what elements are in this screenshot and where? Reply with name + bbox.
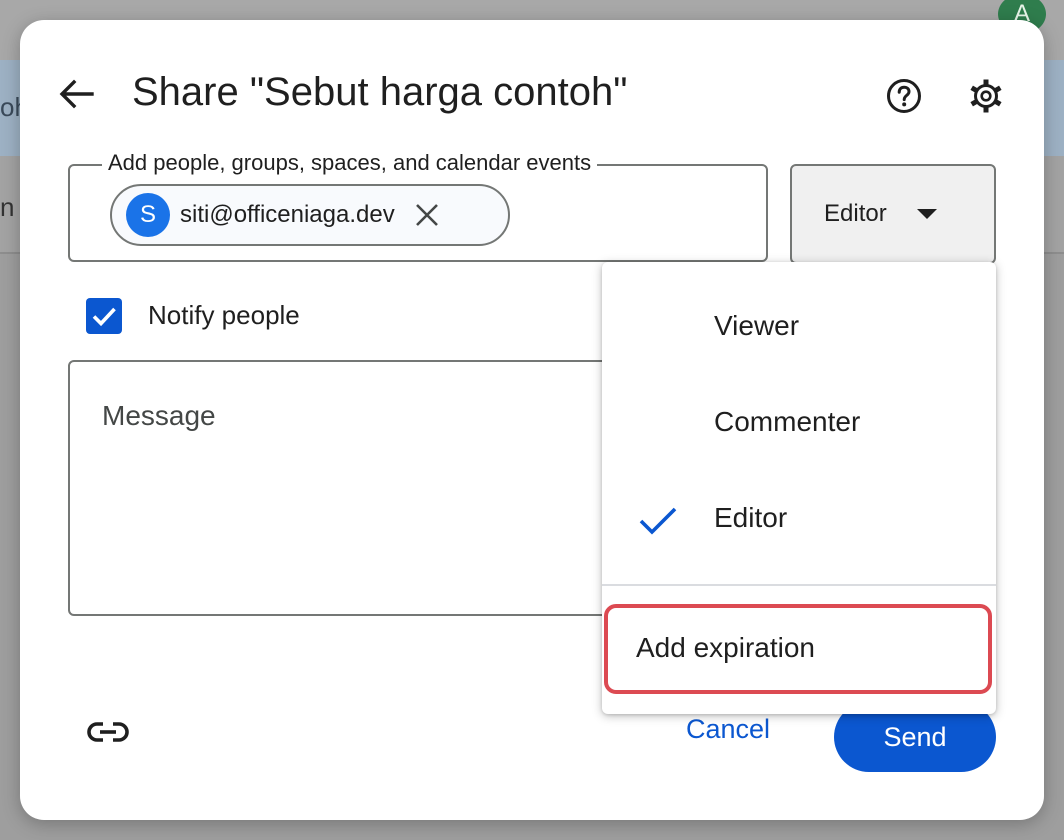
- add-expiration-label: Add expiration: [636, 632, 816, 663]
- recipient-avatar: S: [126, 193, 170, 237]
- role-option-editor[interactable]: Editor: [602, 472, 996, 568]
- help-circle-icon: [887, 79, 921, 113]
- add-expiration-option[interactable]: Add expiration: [604, 604, 992, 694]
- back-button[interactable]: [56, 72, 96, 116]
- role-option-commenter[interactable]: Commenter: [602, 376, 996, 472]
- arrow-left-icon: [59, 79, 94, 109]
- help-button[interactable]: [884, 76, 924, 116]
- check-icon: [92, 307, 116, 327]
- close-icon: [415, 204, 438, 226]
- copy-link-button[interactable]: [86, 714, 130, 750]
- check-icon: [639, 507, 677, 535]
- message-textarea[interactable]: Message: [68, 360, 668, 616]
- recipient-email: siti@officeniaga.dev: [180, 201, 395, 228]
- recipient-chip[interactable]: S siti@officeniaga.dev: [110, 184, 510, 246]
- remove-recipient-button[interactable]: [409, 197, 445, 233]
- menu-divider: [602, 584, 996, 586]
- message-placeholder: Message: [102, 400, 216, 431]
- notify-people-checkbox[interactable]: [86, 298, 122, 334]
- role-option-label: Commenter: [714, 406, 861, 437]
- gear-icon: [970, 79, 1002, 113]
- caret-down-icon: [916, 209, 937, 219]
- add-people-field[interactable]: Add people, groups, spaces, and calendar…: [68, 150, 768, 262]
- link-icon: [87, 722, 129, 742]
- role-option-viewer[interactable]: Viewer: [602, 280, 996, 376]
- dialog-title: Share "Sebut harga contoh": [132, 70, 628, 114]
- notify-people-label: Notify people: [148, 300, 300, 330]
- role-menu: Viewer Commenter Editor Add expiration: [602, 262, 996, 714]
- role-option-label: Viewer: [714, 310, 800, 341]
- settings-button[interactable]: [966, 76, 1006, 116]
- add-people-label: Add people, groups, spaces, and calendar…: [102, 150, 598, 176]
- role-dropdown-button[interactable]: Editor: [790, 164, 996, 264]
- role-option-label: Editor: [714, 502, 788, 533]
- cancel-button[interactable]: Cancel: [672, 710, 784, 749]
- role-selected-label: Editor: [824, 200, 887, 227]
